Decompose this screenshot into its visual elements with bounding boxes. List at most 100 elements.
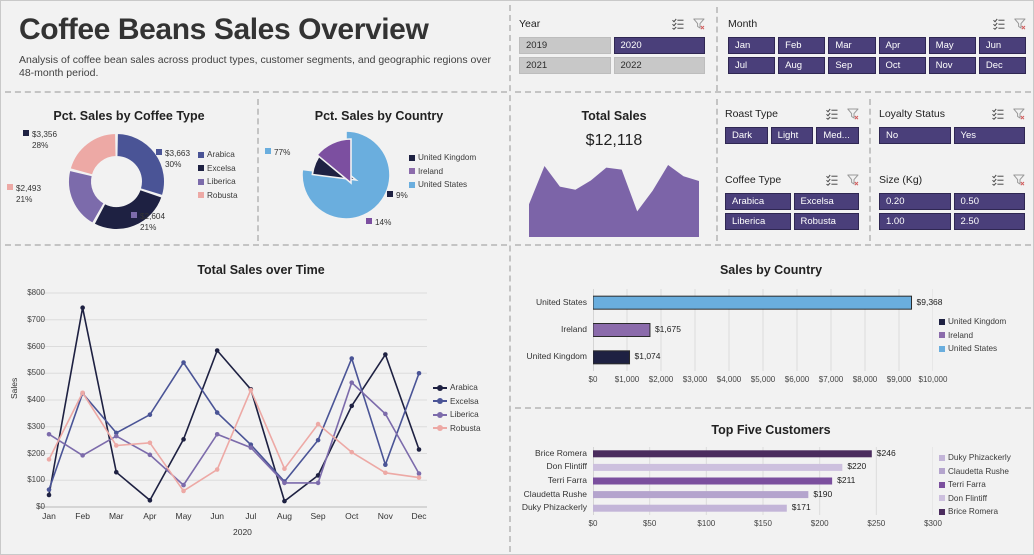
filter-option-month-apr[interactable]: Apr (878, 37, 926, 54)
filter-option-loyalty-status-yes[interactable]: Yes (953, 127, 1025, 144)
legend-item-ireland[interactable]: Ireland (409, 165, 476, 179)
data-point-robusta (416, 475, 422, 480)
legend-swatch (939, 332, 945, 339)
filter-option-roast-type-dark[interactable]: Dark (725, 127, 768, 144)
multi-select-icon[interactable] (993, 18, 1005, 30)
data-point-robusta (214, 467, 220, 472)
clear-filter-icon[interactable] (847, 174, 859, 186)
filter-option-month-jan[interactable]: Jan (728, 37, 776, 54)
total-sales-sparkline (529, 165, 699, 237)
legend-item-robusta[interactable]: Robusta (433, 422, 481, 436)
legend-label: Robusta (207, 190, 238, 200)
clear-filter-icon[interactable] (693, 18, 705, 30)
filter-option-month-oct[interactable]: Oct (878, 57, 926, 74)
data-point-robusta (282, 466, 287, 472)
legend-item-liberica[interactable]: Liberica (433, 408, 481, 422)
filter-option-month-jun[interactable]: Jun (978, 37, 1026, 54)
clear-filter-icon[interactable] (1013, 174, 1025, 186)
data-point-liberica (147, 452, 153, 458)
filter-option-month-jul[interactable]: Jul (728, 57, 776, 74)
legend-item-united-kingdom[interactable]: United Kingdom (409, 151, 476, 165)
legend-item-arabica[interactable]: Arabica (198, 148, 238, 162)
filter-option-size-kg-0-20[interactable]: 0.20 (879, 193, 951, 210)
data-point-arabica (80, 305, 85, 311)
legend-item-brice-romera[interactable]: Brice Romera (939, 505, 1011, 519)
clear-filter-icon[interactable] (847, 108, 859, 120)
filter-option-size-kg-1-00[interactable]: 1.00 (879, 213, 951, 230)
data-point-excelsa (214, 410, 220, 415)
legend-item-liberica[interactable]: Liberica (198, 175, 238, 189)
data-point-arabica (113, 469, 119, 475)
bar-ireland (593, 323, 651, 337)
legend-swatch (433, 384, 447, 391)
filter-option-coffee-type-excelsa[interactable]: Excelsa (793, 193, 859, 210)
filter-option-size-kg-0-50[interactable]: 0.50 (953, 193, 1025, 210)
filter-option-month-aug[interactable]: Aug (778, 57, 826, 74)
legend-item-united-kingdom[interactable]: United Kingdom (939, 315, 1006, 329)
filter-option-roast-type-light[interactable]: Light (770, 127, 814, 144)
filter-option-month-feb[interactable]: Feb (778, 37, 826, 54)
legend-item-robusta[interactable]: Robusta (198, 189, 238, 203)
bar-category-label: Brice Romera (535, 447, 587, 458)
multi-select-icon[interactable] (992, 174, 1004, 186)
filter-option-month-sep[interactable]: Sep (828, 57, 876, 74)
filter-icons-coffee-type (826, 174, 859, 186)
legend-item-excelsa[interactable]: Excelsa (198, 162, 238, 176)
legend-swatch (409, 181, 415, 188)
filter-option-month-mar[interactable]: Mar (828, 37, 876, 54)
data-point-excelsa (315, 437, 321, 443)
filter-option-month-dec[interactable]: Dec (978, 57, 1026, 74)
multi-select-icon[interactable] (826, 108, 838, 120)
legend-swatch (198, 151, 204, 158)
filter-option-coffee-type-liberica[interactable]: Liberica (725, 213, 791, 230)
legend-item-ireland[interactable]: Ireland (939, 329, 1006, 343)
legend-label: Excelsa (207, 163, 236, 173)
filter-option-year-2021[interactable]: 2021 (519, 57, 611, 74)
legend-swatch (198, 192, 204, 199)
filter-option-size-kg-2-50[interactable]: 2.50 (953, 213, 1025, 230)
multi-select-icon[interactable] (992, 108, 1004, 120)
y-tick: $600 (27, 341, 45, 351)
legend-item-arabica[interactable]: Arabica (433, 381, 481, 395)
divider-horizontal-bottomright (515, 407, 1031, 409)
bar-category-label: Terri Farra (547, 475, 587, 485)
data-point-arabica (181, 437, 186, 442)
filter-option-coffee-type-arabica[interactable]: Arabica (725, 193, 791, 210)
legend-label: United Kingdom (948, 317, 1007, 326)
filter-option-month-may[interactable]: May (928, 37, 976, 54)
donut-legend: Arabica Excelsa Liberica Robusta (198, 148, 238, 202)
pie-chart (301, 130, 391, 220)
legend-item-united-states[interactable]: United States (939, 342, 1006, 356)
bar-category-label: Claudetta Rushe (523, 488, 587, 499)
y-tick: $800 (27, 288, 45, 297)
multi-select-icon[interactable] (672, 18, 684, 30)
filter-option-roast-type-med[interactable]: Med... (816, 127, 859, 144)
clear-filter-icon[interactable] (1013, 108, 1025, 120)
donut-label-robusta: $2,493 21% (7, 183, 41, 205)
multi-select-icon[interactable] (826, 174, 838, 186)
donut-label-excelsa: $3,356 28% (23, 129, 57, 151)
legend-swatch (433, 398, 447, 405)
filter-option-year-2022[interactable]: 2022 (613, 57, 705, 74)
filter-option-loyalty-status-no[interactable]: No (879, 127, 951, 144)
data-point-liberica (248, 445, 254, 450)
filter-option-coffee-type-robusta[interactable]: Robusta (793, 213, 859, 230)
legend-item-united-states[interactable]: United States (409, 178, 476, 192)
legend-item-don-flintiff[interactable]: Don Flintiff (939, 492, 1011, 506)
legend-item-excelsa[interactable]: Excelsa (433, 395, 481, 409)
country-bar-title: Sales by Country (719, 263, 823, 277)
x-tick: Oct (345, 511, 359, 521)
filter-option-year-2019[interactable]: 2019 (519, 37, 611, 54)
clear-filter-icon[interactable] (1014, 18, 1026, 30)
pie-legend: United Kingdom Ireland United States (409, 151, 476, 192)
kpi-total-sales-value: $12,118 (585, 132, 643, 149)
data-point-robusta (113, 443, 119, 448)
legend-item-terri-farra[interactable]: Terri Farra (939, 478, 1011, 492)
filter-option-year-2020[interactable]: 2020 (613, 37, 705, 54)
filter-title-loyalty-status: Loyalty Status (879, 107, 945, 120)
data-point-arabica (282, 498, 287, 504)
filter-option-month-nov[interactable]: Nov (928, 57, 976, 74)
legend-item-claudetta-rushe[interactable]: Claudetta Rushe (939, 465, 1011, 479)
legend-item-duky-phizackerly[interactable]: Duky Phizackerly (939, 451, 1011, 465)
x-tick: $10,000 (918, 375, 948, 384)
